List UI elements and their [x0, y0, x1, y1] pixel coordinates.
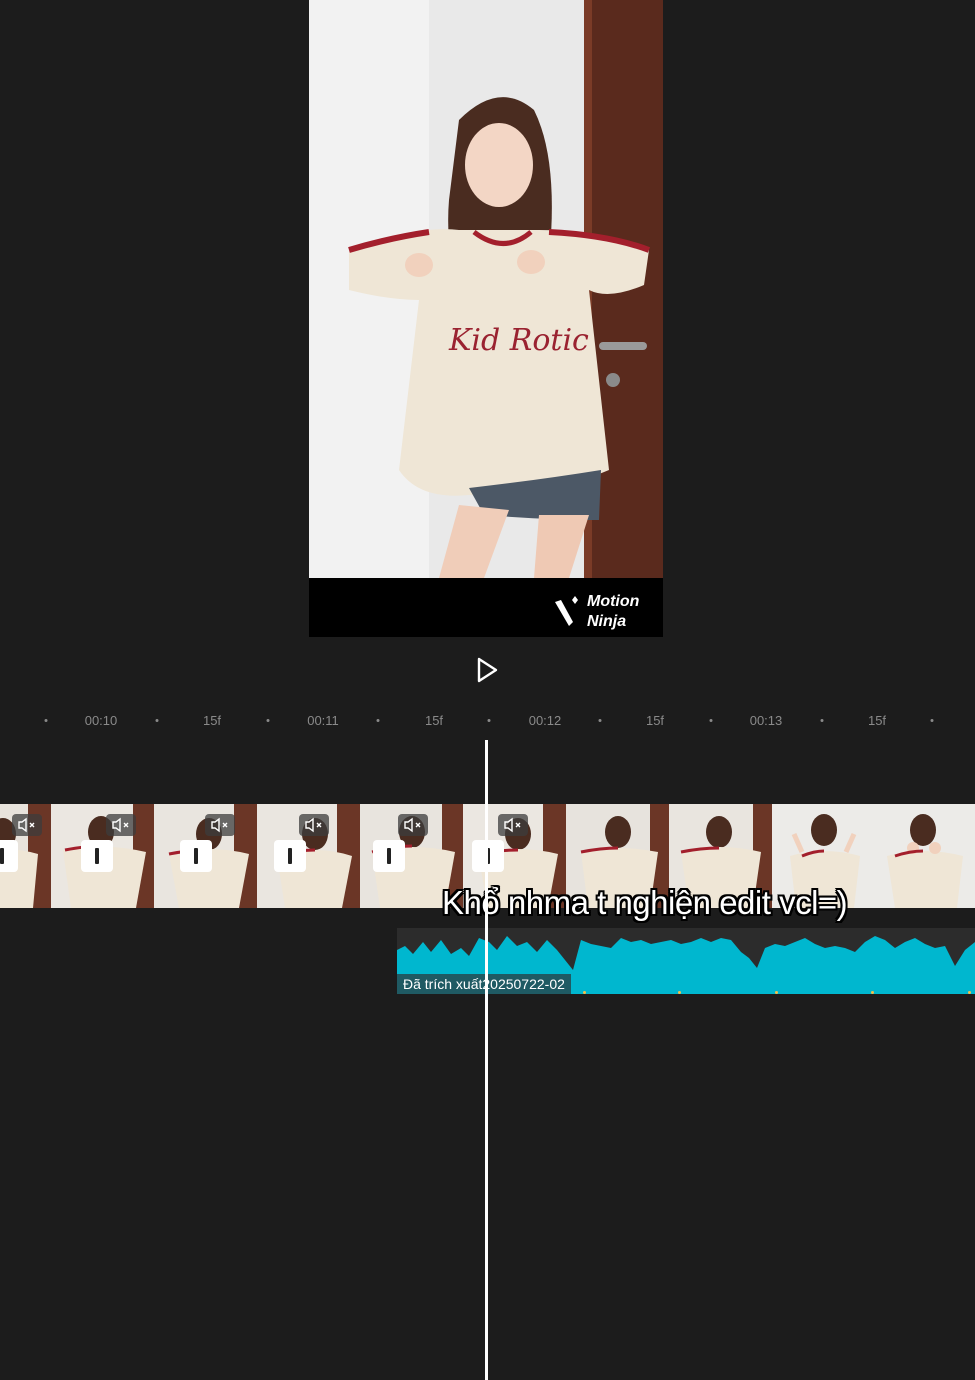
ruler-dot [155, 719, 159, 722]
ruler-dot [820, 719, 824, 722]
clip-transition-handle[interactable] [81, 840, 113, 872]
ruler-dot [709, 719, 713, 722]
video-caption-text: Khổ nhma t nghiện edit vcl=) [442, 884, 848, 921]
beat-marker [678, 991, 681, 994]
muted-clip-badge[interactable] [106, 814, 136, 836]
play-icon [477, 657, 498, 683]
muted-speaker-icon [305, 817, 322, 833]
clip-transition-handle[interactable] [373, 840, 405, 872]
ruler-label: 15f [424, 713, 444, 728]
clip-transition-handle[interactable] [274, 840, 306, 872]
muted-speaker-icon [18, 817, 35, 833]
video-thumbnail [875, 804, 975, 908]
muted-speaker-icon [211, 817, 228, 833]
clip-transition-handle[interactable] [472, 840, 504, 872]
ruler-label: 15f [202, 713, 222, 728]
play-button[interactable] [472, 654, 502, 686]
muted-clip-badge[interactable] [205, 814, 235, 836]
watermark-line1: Motion [587, 593, 640, 610]
ruler-dot [487, 719, 491, 722]
audio-track[interactable]: Đã trích xuất20250722-02 [397, 928, 975, 994]
clip-transition-handle[interactable] [0, 840, 18, 872]
watermark-line2: Ninja [587, 613, 627, 630]
motion-ninja-logo-icon [555, 596, 578, 626]
ruler-label: 00:13 [749, 713, 783, 728]
muted-clip-badge[interactable] [498, 814, 528, 836]
muted-clip-badge[interactable] [12, 814, 42, 836]
beat-marker [968, 991, 971, 994]
muted-speaker-icon [112, 817, 129, 833]
watermark-text: Motion Ninja [587, 592, 639, 632]
clip-transition-handle[interactable] [180, 840, 212, 872]
motion-ninja-watermark: Motion Ninja [553, 592, 657, 634]
ruler-label: 00:11 [307, 713, 339, 728]
ruler-label: 15f [867, 713, 887, 728]
muted-speaker-icon [504, 817, 521, 833]
beat-marker [583, 991, 586, 994]
video-preview: Kid Rotic Motion Ninja [309, 0, 663, 637]
beat-marker [871, 991, 874, 994]
muted-clip-badge[interactable] [299, 814, 329, 836]
ruler-dot [598, 719, 602, 722]
muted-clip-badge[interactable] [398, 814, 428, 836]
beat-markers [397, 991, 975, 995]
preview-frame-image: Kid Rotic [309, 0, 663, 578]
ruler-label: 00:10 [84, 713, 118, 728]
svg-text:Kid Rotic: Kid Rotic [448, 323, 589, 358]
ruler-dot [930, 719, 934, 722]
time-ruler[interactable]: 00:10 15f 00:11 15f 00:12 15f 00:13 15f [0, 704, 975, 738]
ruler-dot [266, 719, 270, 722]
ruler-dot [376, 719, 380, 722]
ruler-label: 15f [645, 713, 665, 728]
beat-marker [775, 991, 778, 994]
ruler-label: 00:12 [528, 713, 562, 728]
muted-speaker-icon [404, 817, 421, 833]
playhead[interactable] [485, 740, 488, 1380]
ruler-dot [44, 719, 48, 722]
